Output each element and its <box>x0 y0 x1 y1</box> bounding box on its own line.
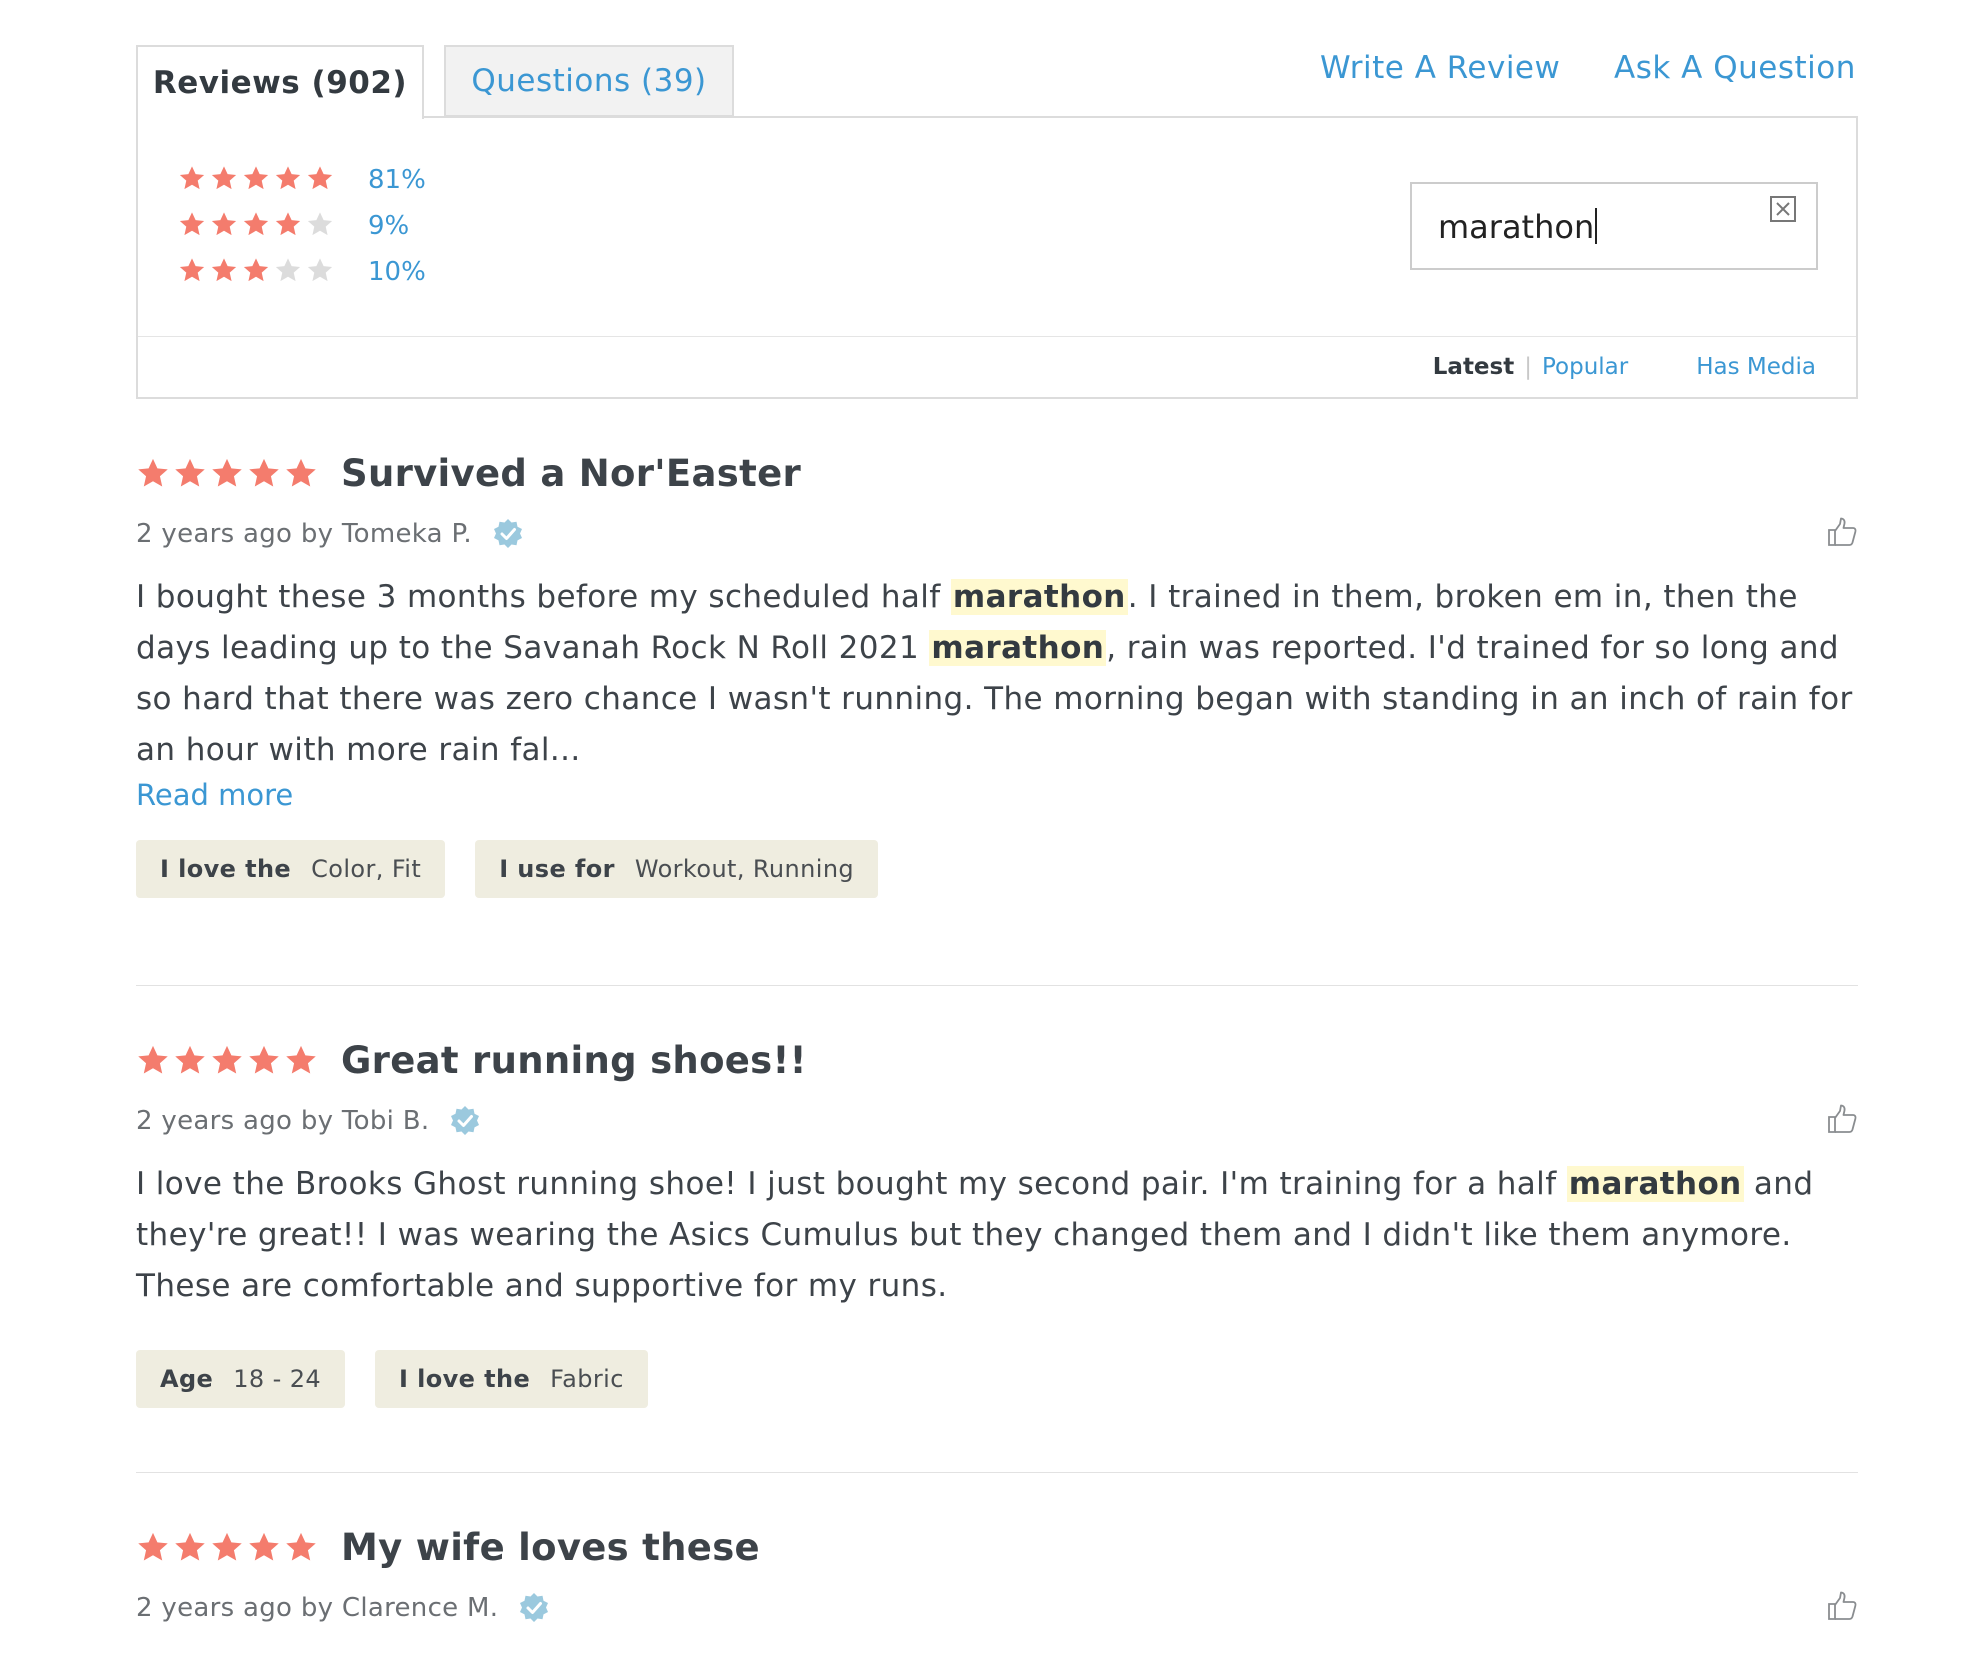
star-filled-icon <box>211 258 237 282</box>
star-filled-icon <box>211 166 237 190</box>
review-divider <box>136 1472 1858 1473</box>
star-filled-icon <box>212 1532 242 1561</box>
star-rating-3 <box>178 256 338 288</box>
sort-popular[interactable]: Popular <box>1542 354 1628 380</box>
star-filled-icon <box>249 1532 279 1561</box>
star-rating-5 <box>178 164 338 196</box>
star-filled-icon <box>179 166 205 190</box>
text-caret <box>1595 208 1598 244</box>
star-filled-icon <box>286 458 316 487</box>
rating-percent: 10% <box>368 257 426 287</box>
star-filled-icon <box>243 258 269 282</box>
search-highlight: marathon <box>1566 1166 1744 1202</box>
tab-questions[interactable]: Questions (39) <box>444 45 734 117</box>
rating-filter-5[interactable]: 81% <box>178 164 426 196</box>
tab-reviews[interactable]: Reviews (902) <box>136 45 424 119</box>
star-filled-icon <box>175 458 205 487</box>
thumbs-up-icon[interactable] <box>1826 1590 1858 1622</box>
star-filled-icon <box>275 212 301 236</box>
review-body: I love the Brooks Ghost running shoe! I … <box>136 1166 1814 1304</box>
star-filled-icon <box>249 458 279 487</box>
review-title: Great running shoes!! <box>341 1038 807 1082</box>
review-tags: Age 18 - 24 I love the Fabric <box>136 1350 1858 1408</box>
verified-badge-icon <box>449 1105 481 1137</box>
thumbs-up-icon[interactable] <box>1826 1103 1858 1135</box>
star-filled-icon <box>179 212 205 236</box>
star-empty-icon <box>307 258 333 282</box>
star-filled-icon <box>243 212 269 236</box>
star-filled-icon <box>175 1532 205 1561</box>
review-tag: I love the Fabric <box>375 1350 648 1408</box>
reviews-widget: Reviews (902) Questions (39) Write A Rev… <box>0 0 1986 1654</box>
search-value: marathon <box>1438 208 1595 246</box>
sort-bar: Latest | Popular Has Media <box>1433 354 1816 380</box>
review-star-rating <box>136 1530 321 1564</box>
star-empty-icon <box>307 212 333 236</box>
review-item: Survived a Nor'Easter 2 years ago by Tom… <box>136 448 1858 898</box>
review-title: My wife loves these <box>341 1525 760 1569</box>
rating-summary: 81% 9% 10% marathon Latest | Popular Has… <box>136 116 1858 399</box>
sort-latest[interactable]: Latest <box>1433 354 1514 380</box>
rating-filter-4[interactable]: 9% <box>178 210 409 242</box>
star-filled-icon <box>179 258 205 282</box>
review-item: Great running shoes!! 2 years ago by Tob… <box>136 1035 1858 1408</box>
verified-badge-icon <box>518 1592 550 1624</box>
star-filled-icon <box>138 1532 168 1561</box>
close-box-icon[interactable] <box>1770 196 1796 222</box>
star-filled-icon <box>286 1532 316 1561</box>
review-tags: I love the Color, Fit I use for Workout, R… <box>136 840 1858 898</box>
review-tag: I use for Workout, Running <box>475 840 879 898</box>
filter-has-media[interactable]: Has Media <box>1696 354 1816 380</box>
search-input[interactable]: marathon <box>1410 182 1818 270</box>
review-divider <box>136 985 1858 986</box>
review-tag: I love the Color, Fit <box>136 840 446 898</box>
star-empty-icon <box>275 258 301 282</box>
write-review-link[interactable]: Write A Review <box>1320 50 1560 86</box>
sort-separator: | <box>1524 354 1532 380</box>
verified-badge-icon <box>492 518 524 550</box>
star-filled-icon <box>138 458 168 487</box>
rating-filter-3[interactable]: 10% <box>178 256 426 288</box>
review-tag: Age 18 - 24 <box>136 1350 346 1408</box>
star-filled-icon <box>243 166 269 190</box>
review-star-rating <box>136 1043 321 1077</box>
star-filled-icon <box>212 1045 242 1074</box>
star-filled-icon <box>249 1045 279 1074</box>
star-rating-4 <box>178 210 338 242</box>
star-filled-icon <box>307 166 333 190</box>
review-body: I bought these 3 months before my schedu… <box>136 579 1853 768</box>
review-title: Survived a Nor'Easter <box>341 451 802 495</box>
star-filled-icon <box>175 1045 205 1074</box>
review-meta: 2 years ago by Tobi B. <box>136 1106 430 1136</box>
review-meta: 2 years ago by Tomeka P. <box>136 519 472 549</box>
rating-percent: 81% <box>368 165 426 195</box>
rating-percent: 9% <box>368 211 410 241</box>
review-item: My wife loves these 2 years ago by Clare… <box>136 1522 1858 1628</box>
star-filled-icon <box>275 166 301 190</box>
star-filled-icon <box>211 212 237 236</box>
review-meta: 2 years ago by Clarence M. <box>136 1593 499 1623</box>
review-star-rating <box>136 456 321 490</box>
star-filled-icon <box>138 1045 168 1074</box>
thumbs-up-icon[interactable] <box>1826 516 1858 548</box>
star-filled-icon <box>286 1045 316 1074</box>
star-filled-icon <box>212 458 242 487</box>
ask-question-link[interactable]: Ask A Question <box>1614 50 1856 86</box>
divider <box>138 336 1856 337</box>
read-more-link[interactable]: Read more <box>136 778 293 812</box>
search-highlight: marathon <box>929 630 1107 666</box>
search-highlight: marathon <box>950 579 1128 615</box>
